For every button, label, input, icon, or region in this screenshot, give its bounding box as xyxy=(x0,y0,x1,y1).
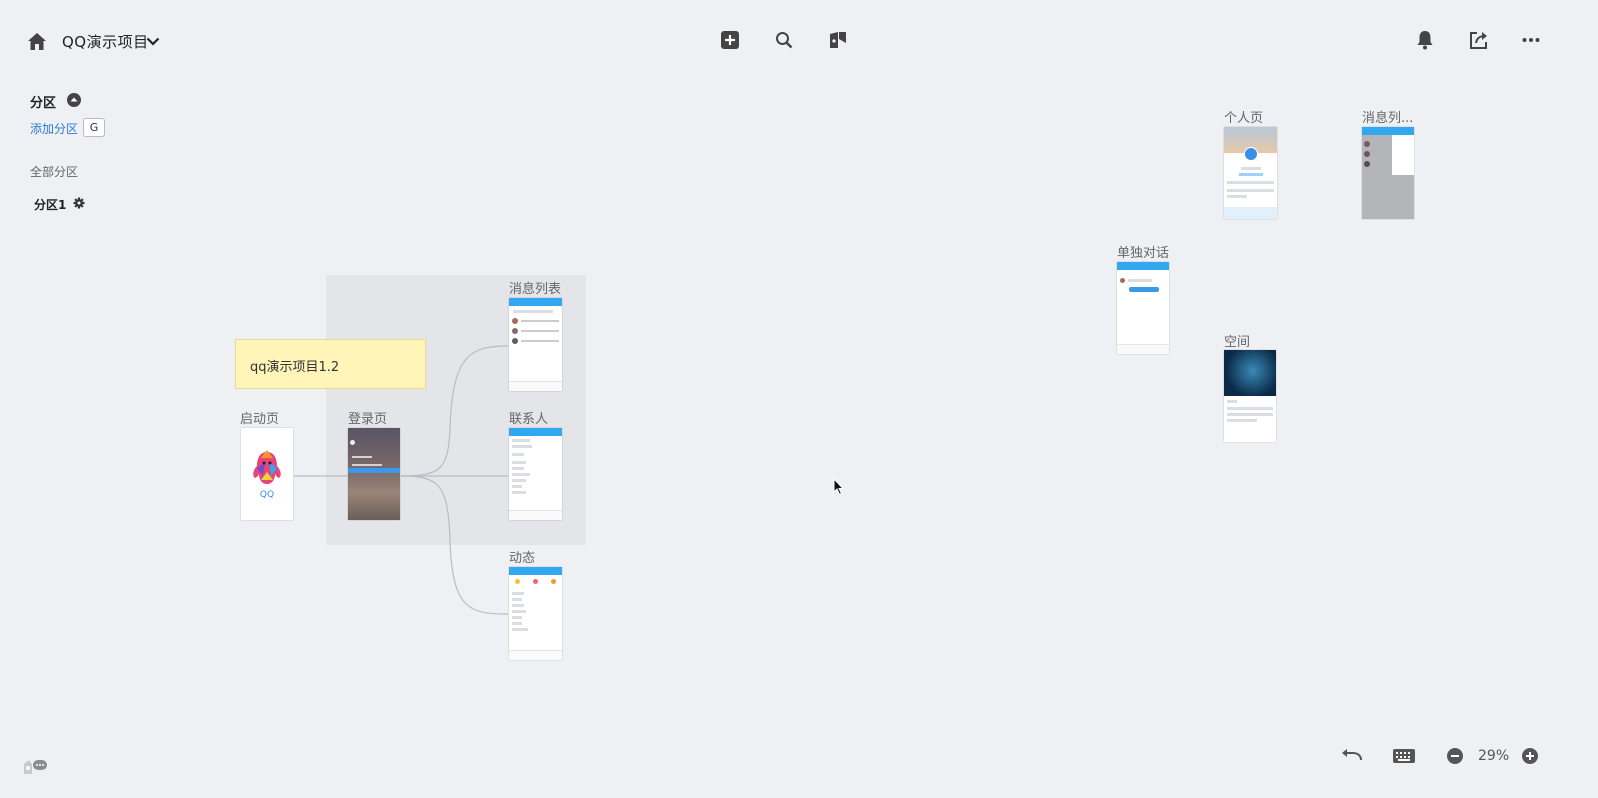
flow-connectors xyxy=(294,345,509,615)
login-avatar xyxy=(350,440,355,445)
login-field-1 xyxy=(352,456,372,458)
frame-label-feed: 动态 xyxy=(509,551,536,566)
avatar xyxy=(1364,151,1370,157)
frame-contacts[interactable] xyxy=(509,428,562,520)
keyboard-icon[interactable] xyxy=(1392,747,1416,765)
zoom-out-icon[interactable] xyxy=(1446,747,1464,765)
avatar xyxy=(1364,141,1370,147)
sticky-note[interactable]: qq演示项目1.2 xyxy=(235,339,426,389)
undo-icon[interactable] xyxy=(1340,746,1364,766)
frame-launch[interactable]: QQ xyxy=(241,428,293,520)
popup-menu xyxy=(1392,135,1414,175)
frame-label-chat: 单独对话 xyxy=(1117,246,1170,261)
frame-qzone[interactable] xyxy=(1224,350,1276,442)
qq-penguin-logo xyxy=(253,450,281,484)
frame-label-messages-2: 消息列... xyxy=(1362,111,1414,126)
avatar xyxy=(1364,161,1370,167)
zoom-level: 29% xyxy=(1478,748,1510,764)
login-field-2 xyxy=(352,464,382,466)
frame-chat[interactable] xyxy=(1117,262,1169,354)
frame-messages[interactable] xyxy=(509,298,562,391)
mouse-cursor-icon xyxy=(833,477,845,496)
frame-label-launch: 启动页 xyxy=(240,412,280,427)
feedback-icon[interactable] xyxy=(22,756,48,778)
login-button-bar xyxy=(348,468,400,473)
frame-label-login: 登录页 xyxy=(348,412,388,427)
frame-feed[interactable] xyxy=(509,567,562,660)
frame-label-profile: 个人页 xyxy=(1224,111,1264,126)
launch-logo-text: QQ xyxy=(259,490,275,500)
zoom-in-icon[interactable] xyxy=(1521,747,1539,765)
frame-label-contacts: 联系人 xyxy=(509,412,549,427)
frame-label-qzone: 空间 xyxy=(1224,335,1251,350)
frame-login[interactable] xyxy=(348,428,400,520)
frame-profile[interactable] xyxy=(1224,127,1277,219)
frame-messages-menu[interactable] xyxy=(1362,127,1414,219)
frame-label-messages: 消息列表 xyxy=(509,282,562,297)
